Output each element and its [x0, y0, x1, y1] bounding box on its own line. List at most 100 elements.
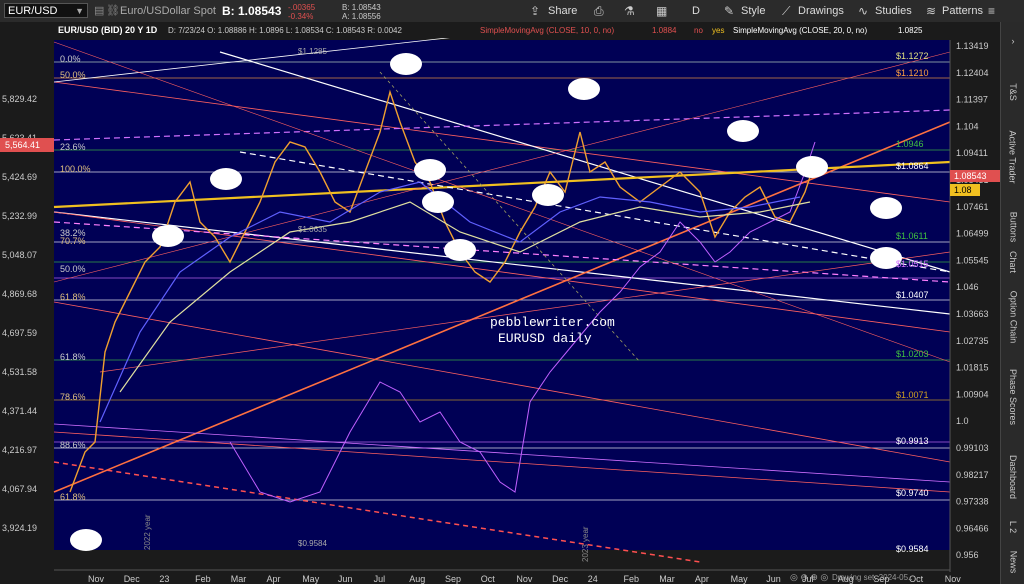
x-tick-label: Jun [766, 574, 781, 584]
chevron-down-icon: ▼ [75, 6, 84, 16]
pivot-marker [870, 197, 902, 219]
patterns-button[interactable]: Patterns [942, 3, 983, 19]
level-price-label: $1.0203 [896, 349, 929, 359]
right-tick-label: 1.06499 [956, 229, 989, 239]
level-price-label: $1.0515 [896, 259, 929, 269]
pivot-marker [568, 78, 600, 100]
ask-small: A: 1.08556 [342, 12, 381, 21]
left-tick-label: 4,067.94 [2, 484, 37, 494]
panel-tab-phase-scores[interactable]: Phase Scores [1001, 352, 1024, 442]
pivot-marker [210, 168, 242, 190]
menu-icon[interactable]: ≡ [988, 3, 995, 19]
right-tick-label: 1.046 [956, 282, 979, 292]
level-price-label: $0.9584 [896, 544, 929, 554]
x-tick-label: Apr [267, 574, 281, 584]
fib-percent-label: 50.0% [60, 264, 86, 274]
sma-yes: yes [712, 26, 724, 35]
sma10-no: no [694, 26, 703, 35]
drawing-set-label: Drawing set: 2024-05.. [832, 573, 913, 582]
fib-percent-label: 78.6% [60, 392, 86, 402]
right-tick-label: 0.98217 [956, 470, 989, 480]
left-value-marker-text: 5,564.41 [5, 140, 40, 150]
right-tick-label: 1.07461 [956, 202, 989, 212]
left-tick-label: 5,232.99 [2, 211, 37, 221]
studies-icon[interactable]: ∿ [858, 3, 868, 19]
pivot-marker [390, 53, 422, 75]
left-tick-label: 4,216.97 [2, 445, 37, 455]
right-tick-label: 0.956 [956, 550, 979, 560]
right-tick-label: 0.97338 [956, 497, 989, 507]
change-percent: -0.34% [288, 12, 314, 21]
x-tick-label: Feb [624, 574, 640, 584]
left-tick-label: 4,531.58 [2, 367, 37, 377]
level-marker-text: 1.08 [954, 185, 972, 195]
fib-percent-label: 50.0% [60, 70, 86, 80]
print-icon[interactable]: ⎙ [594, 3, 604, 19]
symbol-selector[interactable]: EUR/USD ▼ [4, 3, 88, 18]
share-button[interactable]: Share [548, 3, 577, 19]
style-button[interactable]: Style [741, 3, 765, 19]
x-tick-label: May [731, 574, 749, 584]
right-tick-label: 0.99103 [956, 443, 989, 453]
price-marker-text: 1.08543 [954, 171, 987, 181]
level-mid-label: $1.0635 [298, 225, 327, 234]
x-tick-label: Apr [695, 574, 709, 584]
x-tick-label: Sep [445, 574, 461, 584]
calendar-icon[interactable]: ▦ [656, 3, 667, 19]
panel-tab-label: Dashboard [1008, 454, 1018, 500]
patterns-icon[interactable]: ≋ [926, 3, 936, 19]
left-tick-label: 3,924.19 [2, 523, 37, 533]
symbol-lookup-icon[interactable]: ▤ [94, 3, 104, 19]
fib-percent-label: 88.6% [60, 440, 86, 450]
link-icon[interactable]: ⛓ [106, 3, 120, 19]
panel-tab-option-chain[interactable]: Option Chain [1001, 272, 1024, 362]
left-tick-label: 5,829.42 [2, 94, 37, 104]
x-tick-label: Mar [231, 574, 247, 584]
drawings-icon[interactable]: ⟋ [782, 3, 790, 19]
fib-percent-label: 0.0% [60, 54, 81, 64]
flask-icon[interactable]: ⚗ [624, 3, 635, 19]
fib-percent-label: 61.8% [60, 492, 86, 502]
period-selector[interactable]: D [692, 3, 700, 19]
share-icon[interactable]: ⇪ [530, 3, 540, 19]
x-tick-label: Feb [195, 574, 211, 584]
chart-title: EUR/USD (BID) 20 Y 1D [58, 25, 158, 35]
right-side-panel: › T&S Active Trader Buttons Chart Option Cha… [1000, 22, 1024, 584]
x-tick-label: Oct [481, 574, 496, 584]
x-tick-label: Jun [338, 574, 353, 584]
symbol-text: EUR/USD [8, 5, 58, 17]
panel-tab-active-trader[interactable]: Active Trader [1001, 112, 1024, 202]
sma10-label[interactable]: SimpleMovingAvg (CLOSE, 10, 0, no) [480, 26, 614, 35]
change-value: -.00365 [288, 3, 316, 12]
panel-tab-l-2[interactable]: L 2 [1001, 507, 1024, 547]
pivot-marker [422, 191, 454, 213]
zoom-controls-icon[interactable]: ◎ ⊖ ⊕ ◎ [790, 572, 828, 582]
pivot-marker [727, 120, 759, 142]
sma20-label[interactable]: SimpleMovingAvg (CLOSE, 20, 0, no) [733, 26, 867, 35]
watermark-site: pebblewriter.com [490, 315, 615, 330]
right-tick-label: 1.11397 [956, 95, 988, 105]
panel-collapse-icon[interactable]: › [1001, 30, 1024, 52]
level-mid-label: $0.9584 [298, 539, 327, 548]
style-icon[interactable]: ✎ [724, 3, 734, 19]
x-tick-label: Aug [409, 574, 425, 584]
ohlc-readout: D: 7/23/24 O: 1.08886 H: 1.0896 L: 1.085… [168, 26, 403, 35]
fib-percent-label: 23.6% [60, 142, 86, 152]
level-price-label: $1.0864 [896, 161, 929, 171]
chart-area[interactable]: EUR/USD (BID) 20 Y 1D D: 7/23/24 O: 1.08… [0, 22, 1000, 584]
panel-tab-label: Buttons [1008, 211, 1018, 243]
x-tick-label: Jul [374, 574, 386, 584]
panel-tab-label: Option Chain [1008, 290, 1019, 344]
panel-tab-news[interactable]: News [1001, 542, 1024, 582]
fib-percent-label: 61.8% [60, 352, 86, 362]
level-mid-label: $1.1285 [298, 47, 327, 56]
left-tick-label: 4,697.59 [2, 328, 37, 338]
pivot-marker [796, 156, 828, 178]
pivot-marker [152, 225, 184, 247]
level-price-label: 1.0946 [896, 139, 924, 149]
fib-percent-label: 100.0% [60, 164, 91, 174]
drawings-button[interactable]: Drawings [798, 3, 844, 19]
studies-button[interactable]: Studies [875, 3, 912, 19]
fib-percent-label: 61.8% [60, 292, 86, 302]
price-chart[interactable]: EUR/USD (BID) 20 Y 1D D: 7/23/24 O: 1.08… [0, 22, 1000, 584]
